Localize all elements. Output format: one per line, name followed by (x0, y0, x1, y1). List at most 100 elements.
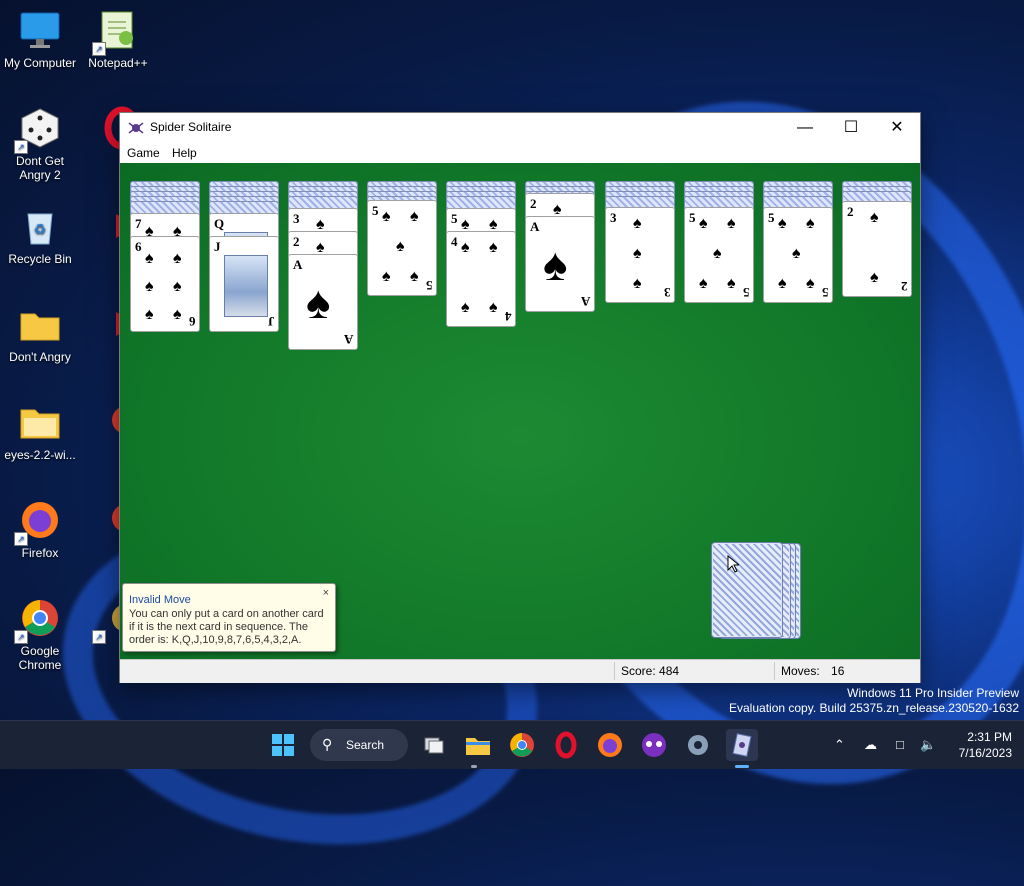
chrome-icon: ↗ (14, 596, 62, 644)
spade-pip: ♠ (410, 208, 419, 225)
stock-card (712, 543, 782, 637)
menu-help[interactable]: Help (172, 146, 197, 160)
watermark-line-1: Windows 11 Pro Insider Preview (847, 686, 1019, 700)
card-4-spades[interactable]: 4 ♠ ♠ ♠ ♠ 4 (446, 231, 516, 327)
card-3-spades[interactable]: 3 ♠ ♠ ♠ 3 (605, 207, 675, 303)
svg-text:♻: ♻ (34, 221, 47, 237)
spade-pip: ♠ (806, 275, 815, 292)
folder-icon (18, 302, 62, 346)
spade-pip: ♠ (870, 209, 879, 226)
shortcut-arrow-icon: ↗ (92, 42, 106, 56)
spade-pip: ♠ (396, 238, 405, 255)
desktop-icon-dont-get-angry[interactable]: ↗ Dont Get Angry 2 (0, 106, 80, 182)
menu-bar: Game Help (120, 142, 920, 163)
search-box[interactable]: ⚲ Search (310, 729, 408, 761)
network-icon[interactable]: □ (896, 737, 904, 752)
clock-date: 7/16/2023 (958, 746, 1012, 760)
desktop-icon-my-computer[interactable]: My Computer (0, 8, 80, 70)
spade-pip: ♠ (173, 278, 182, 295)
recycle-bin-icon: ♻ (18, 204, 62, 248)
watermark-line-2: Evaluation copy. Build 25375.zn_release.… (729, 701, 1019, 715)
spade-pip: ♠ (382, 268, 391, 285)
desktop-icon-eyes[interactable]: eyes-2.2-wi... (0, 400, 80, 462)
spade-pip: ♠ (543, 238, 568, 290)
spade-pip: ♠ (382, 208, 391, 225)
spade-pip: ♠ (699, 275, 708, 292)
spade-pip: ♠ (173, 306, 182, 323)
firefox-icon (598, 733, 622, 757)
notepadpp-icon: ↗ (92, 8, 140, 56)
start-button[interactable] (267, 729, 299, 761)
spade-pip: ♠ (727, 275, 736, 292)
clock[interactable]: 2:31 PM 7/16/2023 (959, 729, 1012, 761)
card-a-spades[interactable]: A ♠ A (288, 254, 358, 350)
desktop-icon-firefox[interactable]: ↗ Firefox (0, 498, 80, 560)
desktop-icon-recycle-bin[interactable]: ♻ Recycle Bin (0, 204, 80, 266)
spider-app-icon (128, 120, 144, 136)
spade-pip: ♠ (489, 299, 498, 316)
spider-solitaire-taskbar-button[interactable] (726, 729, 758, 761)
spade-pip: ♠ (461, 239, 470, 256)
shortcut-arrow-icon: ↗ (14, 140, 28, 154)
spade-pip: ♠ (145, 250, 154, 267)
spade-pip: ♠ (489, 239, 498, 256)
spade-pip: ♠ (778, 275, 787, 292)
face-card-art (224, 255, 268, 317)
card-5-spades[interactable]: 5 ♠ ♠ ♠ ♠ ♠ 5 (367, 200, 437, 296)
spider-solitaire-icon (732, 733, 752, 757)
game-app-icon (642, 733, 666, 757)
volume-icon[interactable]: 🔈 (920, 737, 936, 753)
desktop-icon-dont-angry[interactable]: Don't Angry (0, 302, 80, 364)
window-title: Spider Solitaire (150, 120, 232, 134)
score-display: Score: 484 (614, 662, 771, 680)
chrome-button[interactable] (506, 729, 538, 761)
spade-pip: ♠ (306, 276, 331, 328)
card-5-spades[interactable]: 5 ♠ ♠ ♠ ♠ ♠ 5 (763, 207, 833, 303)
show-hidden-icons-chevron-up-icon[interactable]: ⌃ (834, 737, 845, 753)
shortcut-arrow-icon: ↗ (14, 532, 28, 546)
card-2-spades[interactable]: 2 ♠ ♠ 2 (842, 201, 912, 297)
shortcut-arrow-icon: ↗ (92, 630, 106, 644)
spade-pip: ♠ (461, 299, 470, 316)
card-6-spades[interactable]: 6 ♠ ♠ ♠ ♠ ♠ ♠ 6 (130, 236, 200, 332)
search-icon: ⚲ (322, 736, 333, 752)
spade-pip: ♠ (699, 215, 708, 232)
spade-pip: ♠ (633, 245, 642, 262)
card-j-spades[interactable]: J J (209, 236, 279, 332)
notification-title: Invalid Move (129, 594, 191, 606)
spade-pip: ♠ (713, 245, 722, 262)
maximize-button[interactable]: ☐ (828, 113, 874, 142)
opera-icon (555, 731, 577, 759)
chrome-icon (510, 733, 534, 757)
opera-button[interactable] (550, 729, 582, 761)
firefox-icon: ↗ (14, 498, 62, 546)
close-button[interactable]: ✕ (874, 113, 920, 142)
taskbar: ⚲ Search ⌃ ☁ □ 🔈 2:31 PM 7/16/2023 (0, 720, 1024, 769)
firefox-button[interactable] (594, 729, 626, 761)
mouse-cursor-icon (727, 554, 741, 573)
title-bar[interactable]: Spider Solitaire — ☐ ✕ (120, 113, 920, 142)
task-view-icon (424, 737, 444, 754)
folder-icon (466, 738, 490, 755)
folder-icon (18, 400, 62, 444)
game-app-button[interactable] (638, 729, 670, 761)
menu-game[interactable]: Game (127, 146, 160, 160)
desktop-icon-google-chrome[interactable]: ↗ Google Chrome (0, 596, 80, 672)
card-5-spades[interactable]: 5 ♠ ♠ ♠ ♠ ♠ 5 (684, 207, 754, 303)
settings-button[interactable] (682, 729, 714, 761)
task-view-button[interactable] (418, 729, 450, 761)
spade-pip: ♠ (145, 278, 154, 295)
card-a-spades[interactable]: A ♠ A (525, 216, 595, 312)
notification-close-icon[interactable]: × (323, 587, 329, 599)
desktop-icon-notepadpp[interactable]: ↗ Notepad++ (78, 8, 158, 70)
spade-pip: ♠ (792, 245, 801, 262)
monitor-icon (18, 8, 62, 52)
spade-pip: ♠ (633, 275, 642, 292)
notification-body: You can only put a card on another card … (129, 608, 324, 646)
cloud-offline-icon[interactable]: ☁ (864, 737, 877, 753)
spade-pip: ♠ (870, 269, 879, 286)
spade-pip: ♠ (806, 215, 815, 232)
minimize-button[interactable]: — (782, 113, 828, 142)
shortcut-arrow-icon: ↗ (14, 630, 28, 644)
file-explorer-button[interactable] (462, 729, 494, 761)
